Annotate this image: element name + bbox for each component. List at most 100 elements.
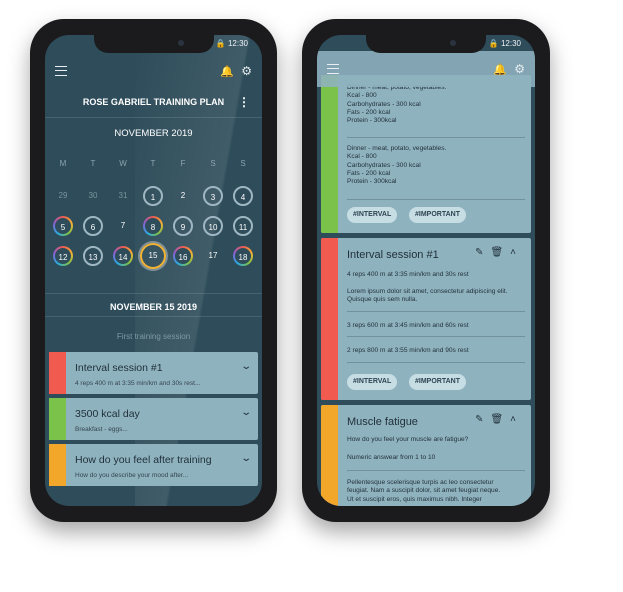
- meal-block: Dinner - meat, potato, vegetables. Kcal …: [347, 145, 447, 186]
- card-title: 3500 kcal day: [75, 408, 140, 420]
- question: How do you feel your muscle are fatigue?: [347, 436, 469, 443]
- panel-title: Muscle fatigue: [347, 416, 418, 428]
- rep-line: 4 reps 400 m at 3:35 min/km and 30s rest: [347, 271, 469, 278]
- calendar-day[interactable]: 11: [233, 216, 253, 236]
- weekday-label: M: [59, 159, 67, 168]
- calendar-day[interactable]: 7: [113, 216, 133, 236]
- calendar-day[interactable]: 18: [233, 246, 253, 266]
- calendar-screen: 🔒 12:30 🔔 ⚙ ROSE GABRIEL TRAINING PLAN ⋮…: [45, 35, 262, 506]
- tag-important[interactable]: #IMPORTANT: [409, 374, 466, 390]
- camera-icon: [177, 40, 184, 46]
- notch: [93, 35, 214, 53]
- separator: [347, 137, 525, 138]
- app-bar: 🔔 ⚙: [45, 53, 262, 87]
- status-time: 🔒 12:30: [488, 39, 521, 48]
- calendar-day[interactable]: 17: [203, 246, 223, 266]
- trash-icon[interactable]: 🗑: [490, 247, 510, 258]
- card-subtitle: How do you describe your mood after...: [75, 472, 189, 479]
- panel-color-stripe: [321, 405, 338, 506]
- calendar-day[interactable]: 16: [173, 246, 193, 266]
- trash-icon[interactable]: 🗑: [490, 414, 510, 425]
- panel-title: Interval session #1: [347, 249, 439, 261]
- tag-important[interactable]: #IMPORTANT: [409, 207, 466, 223]
- bell-icon[interactable]: 🔔: [220, 65, 234, 78]
- chevron-up-icon[interactable]: ˄: [510, 247, 523, 258]
- rep-line: 3 reps 600 m at 3:45 min/km and 60s rest: [347, 322, 469, 329]
- weekday-label: W: [119, 159, 127, 168]
- calendar-day[interactable]: 29: [53, 186, 73, 206]
- calendar-day[interactable]: 30: [83, 186, 103, 206]
- panel-actions: ✎🗑˄: [475, 247, 523, 258]
- weekday-label: F: [180, 159, 186, 168]
- selected-date: NOVEMBER 15 2019: [109, 302, 198, 312]
- calendar-day[interactable]: 4: [233, 186, 253, 206]
- chevron-up-icon[interactable]: ˄: [510, 414, 523, 425]
- calendar-day[interactable]: 12: [53, 246, 73, 266]
- separator: [347, 336, 525, 337]
- hamburger-icon[interactable]: [327, 64, 339, 74]
- description: Pellentesque scelerisque turpis ac leo c…: [347, 479, 501, 503]
- tag-interval[interactable]: #INTERVAL: [347, 374, 398, 390]
- calendar-day[interactable]: 8: [143, 216, 163, 236]
- details-screen: 🔒 12:30 Dinner - meat, potato, vegetable…: [317, 35, 535, 506]
- calendar-day[interactable]: 3: [203, 186, 223, 206]
- panel-color-stripe: [321, 75, 338, 233]
- separator: [347, 362, 525, 363]
- weekday-label: S: [210, 159, 216, 168]
- status-time: 🔒 12:30: [215, 39, 248, 48]
- calendar-day[interactable]: 2: [173, 186, 193, 206]
- divider: [45, 293, 262, 294]
- chevron-down-icon[interactable]: ⌄: [240, 361, 252, 372]
- app-bar: 🔔 ⚙: [317, 51, 535, 87]
- calendar-day[interactable]: 10: [203, 216, 223, 236]
- phone-left: 🔒 12:30 🔔 ⚙ ROSE GABRIEL TRAINING PLAN ⋮…: [30, 19, 277, 522]
- calendar-day-selected[interactable]: 15: [140, 243, 166, 269]
- hamburger-icon[interactable]: [55, 66, 67, 76]
- gear-icon[interactable]: ⚙: [514, 62, 525, 76]
- session-card-interval[interactable]: Interval session #1 4 reps 400 m at 3:35…: [49, 352, 258, 394]
- calendar-day[interactable]: 1: [143, 186, 163, 206]
- bell-icon[interactable]: 🔔: [493, 63, 507, 76]
- pencil-icon[interactable]: ✎: [475, 247, 490, 258]
- session-card-feel[interactable]: How do you feel after training How do yo…: [49, 444, 258, 486]
- weekday-label: T: [150, 159, 156, 168]
- pencil-icon[interactable]: ✎: [475, 414, 490, 425]
- phone-right: 🔒 12:30 Dinner - meat, potato, vegetable…: [302, 19, 550, 522]
- separator: [347, 470, 525, 471]
- plan-title: ROSE GABRIEL TRAINING PLAN: [82, 97, 225, 107]
- session-card-kcal[interactable]: 3500 kcal day Breakfast - eggs... ⌄: [49, 398, 258, 440]
- card-title: Interval session #1: [75, 362, 163, 374]
- card-subtitle: 4 reps 400 m at 3:35 min/km and 30s rest…: [75, 380, 201, 387]
- divider: [45, 316, 262, 317]
- calendar-day[interactable]: 31: [113, 186, 133, 206]
- panel-color-stripe: [321, 238, 338, 400]
- card-color-stripe: [49, 352, 66, 394]
- calendar-day[interactable]: 5: [53, 216, 73, 236]
- tag-interval[interactable]: #INTERVAL: [347, 207, 398, 223]
- notch: [366, 35, 486, 53]
- session-placeholder: First training session: [116, 332, 191, 341]
- more-options-icon[interactable]: ⋮: [238, 95, 250, 109]
- card-color-stripe: [49, 398, 66, 440]
- meal-block: Dinner - meat, potato, vegetables. Kcal …: [347, 84, 447, 125]
- card-title: How do you feel after training: [75, 454, 212, 466]
- rep-line: 2 reps 800 m at 3:55 min/km and 90s rest: [347, 347, 469, 354]
- gear-icon[interactable]: ⚙: [241, 64, 252, 78]
- weekday-label: T: [90, 159, 96, 168]
- card-color-stripe: [49, 444, 66, 486]
- calendar-day[interactable]: 6: [83, 216, 103, 236]
- interval-panel: Interval session #1 ✎🗑˄ 4 reps 400 m at …: [321, 238, 531, 400]
- nutrition-panel: Dinner - meat, potato, vegetables. Kcal …: [321, 75, 531, 233]
- calendar-day[interactable]: 14: [113, 246, 133, 266]
- calendar-day[interactable]: 13: [83, 246, 103, 266]
- description: Lorem ipsum dolor sit amet, consectetur …: [347, 288, 508, 304]
- separator: [347, 311, 525, 312]
- camera-icon: [450, 40, 456, 46]
- answer-hint: Numeric answear from 1 to 10: [347, 454, 436, 461]
- chevron-down-icon[interactable]: ⌄: [240, 453, 252, 464]
- calendar-day[interactable]: 9: [173, 216, 193, 236]
- separator: [347, 199, 525, 200]
- month-label: NOVEMBER 2019: [114, 128, 193, 139]
- chevron-down-icon[interactable]: ⌄: [240, 407, 252, 418]
- card-subtitle: Breakfast - eggs...: [75, 426, 128, 433]
